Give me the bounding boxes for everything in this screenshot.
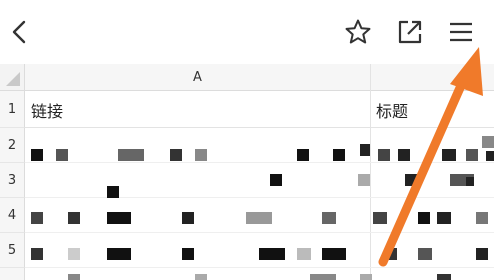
chevron-left-icon <box>12 20 26 44</box>
cell-a1[interactable]: 链接 <box>31 98 63 122</box>
row-header[interactable]: 1 <box>0 91 25 128</box>
row-header[interactable]: 5 <box>0 233 25 268</box>
row-header[interactable]: 4 <box>0 198 25 233</box>
back-button[interactable] <box>2 14 38 50</box>
row-header-partial <box>0 268 25 280</box>
menu-button[interactable] <box>443 14 479 50</box>
gridline <box>25 127 494 128</box>
gridline <box>370 64 371 280</box>
gridline <box>25 267 494 268</box>
corner-triangle-icon <box>6 72 20 86</box>
row-header[interactable]: 2 <box>0 128 25 163</box>
star-outline-icon <box>345 19 371 44</box>
favorite-button[interactable] <box>340 14 376 50</box>
gridline <box>25 197 494 198</box>
row-header[interactable]: 3 <box>0 163 25 198</box>
column-header-a[interactable]: A <box>25 64 371 91</box>
share-button[interactable] <box>392 14 428 50</box>
open-external-icon <box>398 20 422 44</box>
top-toolbar <box>0 0 494 64</box>
gridline <box>25 162 494 163</box>
gridline <box>25 232 494 233</box>
cell-b1[interactable]: 标题 <box>376 98 408 122</box>
hamburger-menu-icon <box>450 22 472 42</box>
column-header-b[interactable] <box>371 64 494 91</box>
spreadsheet-grid: A 1 2 3 4 5 链接 标题 <box>0 64 494 280</box>
select-all-corner[interactable] <box>0 64 25 91</box>
